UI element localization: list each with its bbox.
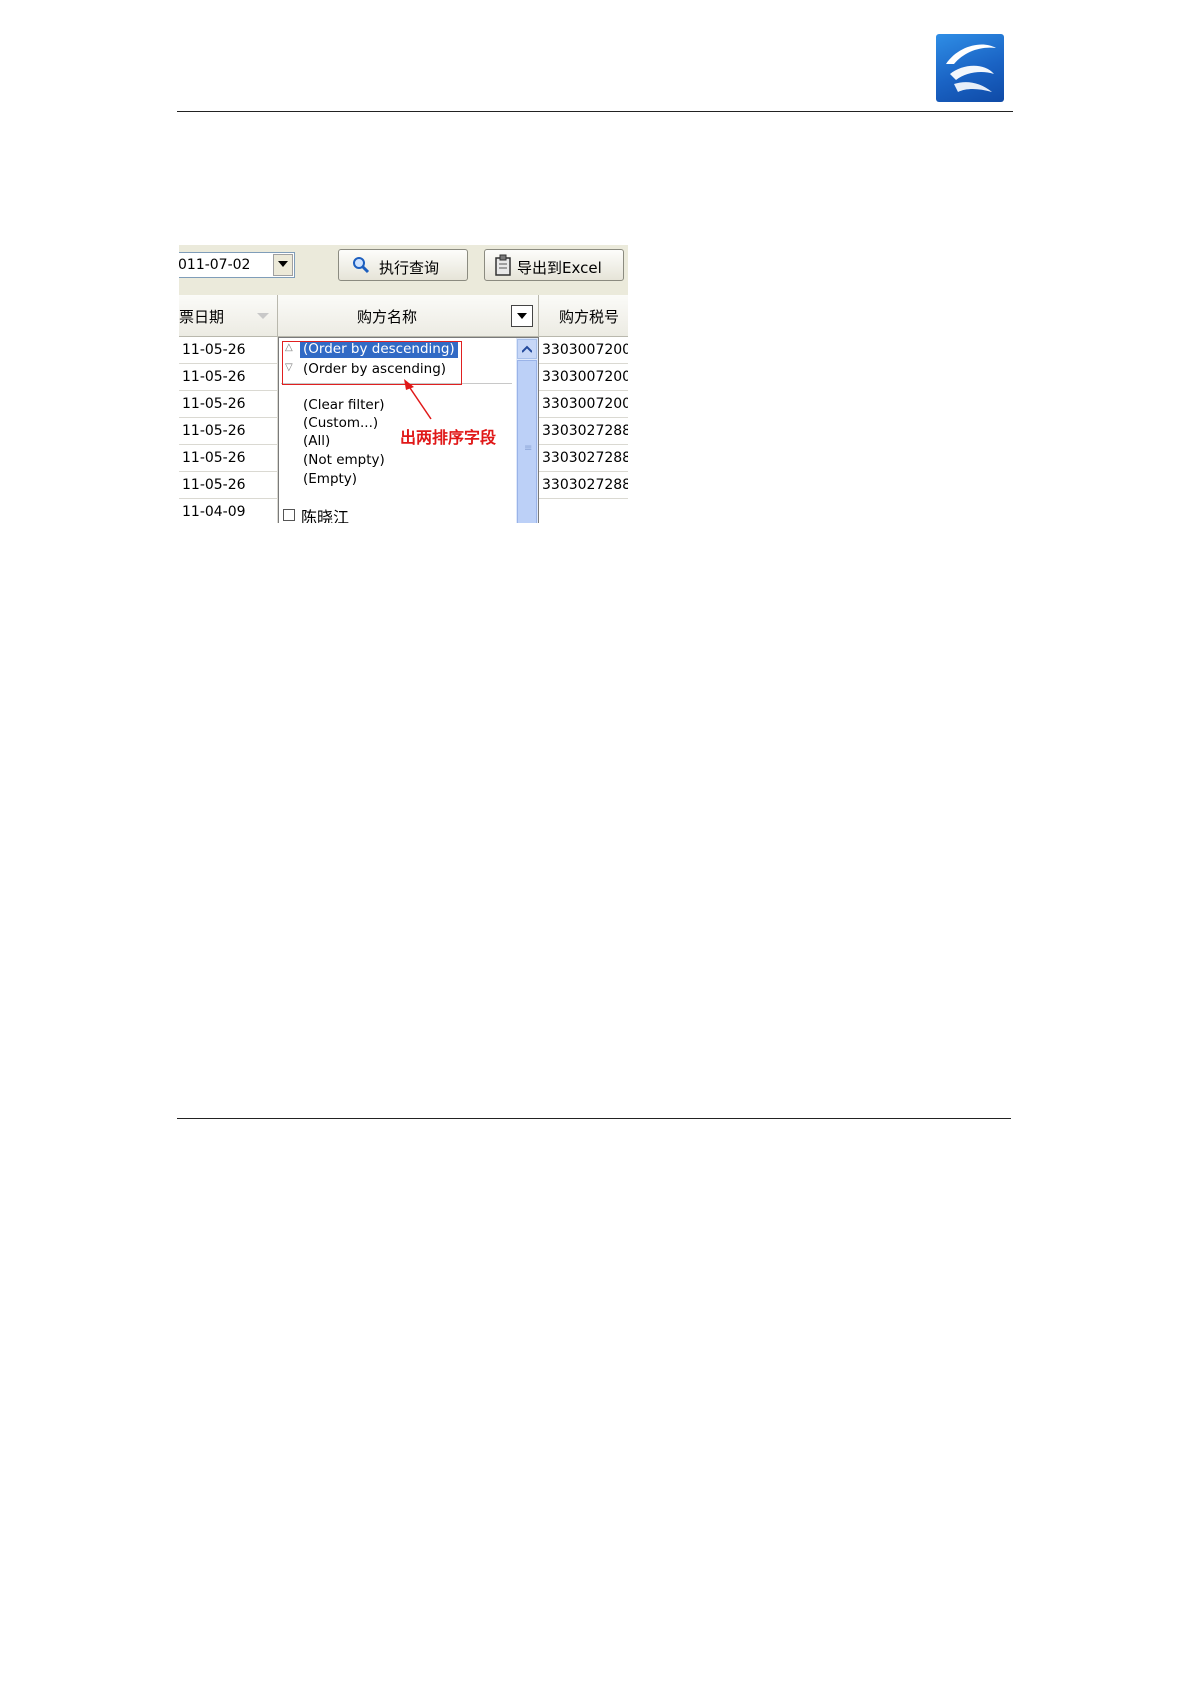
cell-text: 3303007200 [542,342,628,358]
cell-text: 11-05-26 [182,450,246,466]
table-cell[interactable]: 11-05-26 [179,337,278,364]
table-cell[interactable]: 3303027288 [539,418,628,445]
query-button-label: 执行查询 [379,259,440,277]
cell-text: 11-04-09 [182,504,246,520]
annotation-text: 出两排序字段 [400,428,497,447]
header-rule [177,111,1013,112]
menu-item-clear-filter[interactable]: (Clear filter) [303,397,385,414]
chevron-up-icon [522,345,532,353]
column-header-buyer-taxid-label: 购方税号 [559,308,620,326]
logo-swoosh-icon [946,44,996,92]
cell-text: 11-05-26 [182,423,246,439]
cell-text: 11-05-26 [182,369,246,385]
menu-item-all[interactable]: (All) [303,433,330,450]
cell-text: 3303027288 [542,450,628,466]
value-checkbox[interactable] [283,509,295,521]
export-excel-button[interactable]: 导出到Excel [484,249,624,281]
cell-text: 3303027288 [542,477,628,493]
chevron-down-icon [517,313,527,319]
toolbar: 011-07-02 执行查询 导出到Excel [179,245,628,295]
clipboard-icon [495,254,511,276]
menu-item-custom[interactable]: (Custom...) [303,415,378,432]
company-logo [936,34,1004,102]
menu-item-not-empty[interactable]: (Not empty) [303,452,385,469]
column-header-buyer-name[interactable]: 购方名称 [278,295,539,337]
scroll-up-button[interactable] [517,339,537,359]
table-cell[interactable]: 11-04-09 [179,499,278,523]
table-cell [539,499,628,523]
combo-dropdown-button[interactable] [273,254,293,276]
table-cell[interactable]: 11-05-26 [179,364,278,391]
column-header-buyer-name-label: 购方名称 [357,308,418,326]
dropdown-scrollbar[interactable]: ≡ [516,338,538,523]
menu-item-empty[interactable]: (Empty) [303,471,357,488]
column-header-date[interactable]: 票日期 [179,295,278,337]
search-icon [353,257,370,274]
table-cell[interactable]: 11-05-26 [179,445,278,472]
table-cell[interactable]: 3303007200 [539,391,628,418]
table-cell[interactable]: 3303027288 [539,445,628,472]
sort-arrow-icon [257,313,269,319]
table-cell[interactable]: 3303007200 [539,364,628,391]
query-button[interactable]: 执行查询 [338,249,468,281]
cell-text: 3303007200 [542,396,628,412]
column-header-date-label: 票日期 [179,308,225,326]
date-combobox[interactable]: 011-07-02 [179,252,295,278]
table-cell[interactable]: 11-05-26 [179,418,278,445]
grip-icon: ≡ [524,443,533,454]
column-header-buyer-taxid[interactable]: 购方税号 [539,295,628,337]
value-checkbox-label: 陈晓江 [301,508,350,523]
chevron-down-icon [278,261,288,267]
table-cell[interactable]: 11-05-26 [179,391,278,418]
export-button-label: 导出到Excel [517,259,602,277]
cell-text: 3303027288 [542,423,628,439]
cell-text: 11-05-26 [182,477,246,493]
cell-text: 3303007200 [542,369,628,385]
filter-dropdown-button[interactable] [511,305,533,327]
table-cell[interactable]: 11-05-26 [179,472,278,499]
date-value: 011-07-02 [179,257,251,273]
table-cell[interactable]: 3303007200 [539,337,628,364]
table-cell[interactable]: 3303027288 [539,472,628,499]
cell-text: 11-05-26 [182,396,246,412]
scrollbar-thumb[interactable]: ≡ [517,360,537,523]
screenshot-frame: 011-07-02 执行查询 导出到Excel 票日期 购方名称 购方税号 11… [179,245,628,523]
cell-text: 11-05-26 [182,342,246,358]
footer-rule [177,1118,1011,1119]
